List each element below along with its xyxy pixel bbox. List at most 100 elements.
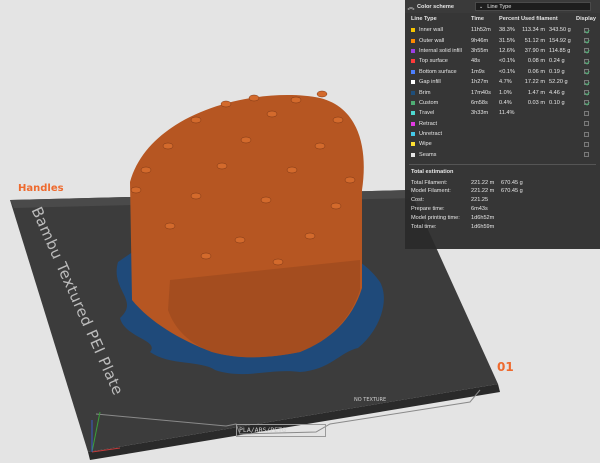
display-checkbox[interactable] [583,69,589,75]
legend-weight: 343.50 g [549,27,571,34]
collapse-icon[interactable]: ︽ [405,2,417,12]
legend-time: 11h52m [471,27,491,34]
totals-list: Total Filament: 221.22 m 670.45 g Model Fil… [405,178,600,231]
legend-time: 1m9s [471,68,485,75]
plate-footer-label: PLA/ABS/PETG [236,424,326,437]
legend-label: Seams [419,151,437,158]
legend-row[interactable]: Bottom surface 1m9s <0.1% 0.06 m 0.19 g [405,67,600,77]
legend-row[interactable]: Gap infill 1h27m 4.7% 17.22 m 52.20 g [405,77,600,87]
display-checkbox[interactable] [583,152,589,158]
display-checkbox[interactable] [583,27,589,33]
legend-time: 48s [471,58,481,65]
nozzle-tip [190,192,202,200]
display-checkbox[interactable] [583,131,589,137]
color-swatch [411,152,415,157]
legend-time: 9h46m [471,37,489,44]
legend-time: 1h27m [471,79,489,86]
col-percent: Percent [499,16,520,22]
total-row: Cost: 221.25 [405,196,600,205]
legend-label: Inner wall [419,27,443,34]
col-line-type: Line Type [411,16,437,22]
legend-line-type: Brim [411,90,471,96]
nozzle-tip [200,252,212,260]
color-swatch [411,142,415,147]
nozzle-tip [216,162,228,170]
legend-time: 6m58s [471,99,488,106]
legend-percent: 1.0% [499,89,512,96]
legend-row[interactable]: Unretract [405,129,600,139]
display-checkbox[interactable] [583,79,589,85]
display-checkbox[interactable] [583,38,589,44]
nozzle-tip [220,100,232,108]
display-checkbox[interactable] [583,141,589,147]
legend-line-type: Top surface [411,58,471,64]
legend-weight: 0.10 g [549,99,565,106]
legend-row[interactable]: Seams [405,150,600,160]
legend-weight: 0.19 g [549,68,565,75]
total-key: Model printing time: [411,215,460,222]
divider [409,164,596,166]
plate-footer-side: NO TEXTURE [354,397,387,403]
display-checkbox[interactable] [583,90,589,96]
legend-line-type: Unretract [411,131,471,137]
col-time: Time [471,16,484,22]
display-checkbox[interactable] [583,58,589,64]
legend-weight: 52.20 g [549,79,568,86]
legend-label: Retract [419,120,438,127]
nozzle-tip [272,258,284,266]
legend-label: Bottom surface [419,68,457,75]
legend-label: Internal solid infill [419,47,462,54]
display-checkbox[interactable] [583,121,589,127]
legend-row[interactable]: Brim 17m40s 1.0% 1.47 m 4.46 g [405,87,600,97]
legend-line-type: Inner wall [411,27,471,33]
total-value: 221.22 m [471,188,495,195]
total-row: Prepare time: 6m43s [405,205,600,214]
plate-number[interactable]: 01 [497,360,514,374]
legend-row[interactable]: Custom 6m58s 0.4% 0.03 m 0.10 g [405,98,600,108]
legend-row[interactable]: Retract [405,119,600,129]
legend-row[interactable]: Top surface 48s <0.1% 0.08 m 0.24 g [405,56,600,66]
legend-label: Gap infill [419,79,441,86]
color-swatch [411,100,415,105]
handles-label: Handles [18,183,64,194]
legend-row[interactable]: Outer wall 9h46m 31.5% 51.12 m 154.92 g [405,35,600,45]
legend-label: Travel [419,110,435,117]
display-checkbox[interactable] [583,48,589,54]
total-value: 1d6h59m [471,223,495,230]
color-scheme-value: Line Type [487,3,512,10]
legend-line-type: Seams [411,152,471,158]
legend-label: Wipe [419,141,432,148]
legend-percent: 11.4% [499,110,515,117]
total-weight: 670.45 g [501,188,523,195]
display-checkbox[interactable] [583,100,589,106]
legend-panel: ︽ Color scheme ⌄ Line Type Line Type Tim… [405,0,600,249]
legend-length: 1.47 m [527,89,545,96]
display-checkbox[interactable] [583,110,589,116]
chevron-down-icon: ⌄ [479,3,484,10]
legend-row[interactable]: Wipe [405,139,600,149]
nozzle-tip [266,110,278,118]
color-swatch [411,132,415,137]
color-swatch [411,80,415,85]
color-swatch [411,121,415,126]
nozzle-tip [162,142,174,150]
nozzle-tip [234,236,246,244]
legend-length: 0.06 m [527,68,545,75]
total-key: Cost: [411,197,425,204]
3d-viewport[interactable]: Handles Bambu Textured PEI Plate 01 PLA/… [0,0,600,463]
legend-row[interactable]: Internal solid infill 3h55m 12.6% 37.90 m 11… [405,46,600,56]
legend-length: 37.90 m [524,47,545,54]
legend-rows: Inner wall 11h52m 38.3% 113.34 m 343.50 g Out… [405,25,600,160]
legend-row[interactable]: Inner wall 11h52m 38.3% 113.34 m 343.50 g [405,25,600,35]
legend-label: Unretract [419,131,443,138]
legend-line-type: Gap infill [411,79,471,85]
legend-line-type: Custom [411,100,471,106]
nozzle-tip [248,94,260,102]
total-value: 221.25 [471,197,489,204]
legend-row[interactable]: Travel 3h33m 11.4% [405,108,600,118]
color-scheme-dropdown[interactable]: ⌄ Line Type [475,2,591,11]
legend-length: 17.22 m [524,79,545,86]
color-swatch [411,38,415,43]
legend-percent: 31.5% [499,37,515,44]
legend-weight: 4.46 g [549,89,565,96]
